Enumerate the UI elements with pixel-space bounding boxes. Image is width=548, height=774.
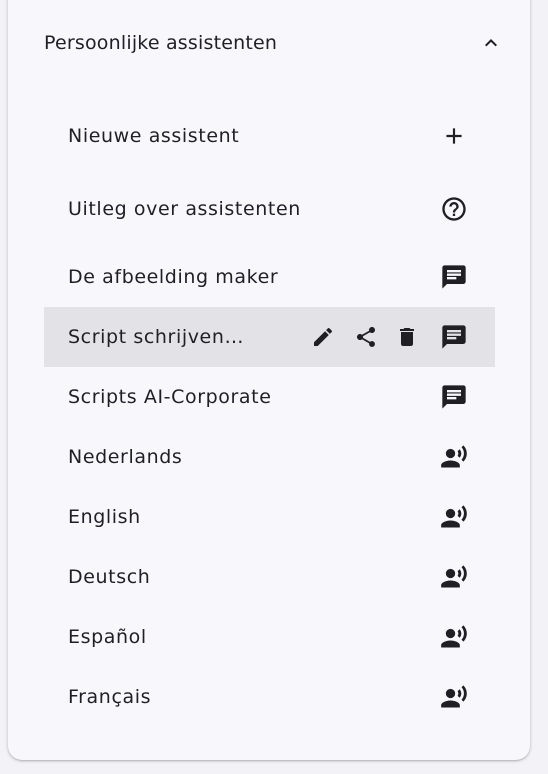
menu-item-script-schrijven[interactable]: Script schrijven… xyxy=(44,307,495,367)
voice-icon xyxy=(440,563,468,591)
menu-item-uitleg[interactable]: Uitleg over assistenten xyxy=(44,179,495,239)
section-header[interactable]: Persoonlijke assistenten xyxy=(44,26,504,60)
menu-item-afbeelding-maker[interactable]: De afbeelding maker xyxy=(44,247,495,307)
chat-icon xyxy=(440,323,468,351)
voice-icon xyxy=(440,503,468,531)
menu-item-nieuwe-assistent[interactable]: Nieuwe assistent xyxy=(44,106,495,166)
menu-item-label: Nederlands xyxy=(68,446,183,468)
share-icon[interactable] xyxy=(352,323,380,351)
menu-item-english[interactable]: English xyxy=(44,487,495,547)
delete-icon[interactable] xyxy=(393,323,421,351)
menu-item-label: Deutsch xyxy=(68,566,151,588)
menu-item-label: Scripts AI-Corporate xyxy=(68,386,272,408)
menu-item-francais[interactable]: Français xyxy=(44,667,495,727)
menu-item-label: English xyxy=(68,506,141,528)
menu-item-label: Español xyxy=(68,626,147,648)
menu-item-scripts-ai-corporate[interactable]: Scripts AI-Corporate xyxy=(44,367,495,427)
plus-icon[interactable] xyxy=(440,122,468,150)
menu-item-label: Script schrijven… xyxy=(68,326,245,348)
edit-icon[interactable] xyxy=(309,323,337,351)
voice-icon xyxy=(440,443,468,471)
menu-item-label: Nieuwe assistent xyxy=(68,125,240,147)
menu-item-nederlands[interactable]: Nederlands xyxy=(44,427,495,487)
help-circle-icon[interactable] xyxy=(440,195,468,223)
chat-icon xyxy=(440,383,468,411)
menu-item-espanol[interactable]: Español xyxy=(44,607,495,667)
menu-item-label: Uitleg over assistenten xyxy=(68,198,301,220)
voice-icon xyxy=(440,623,468,651)
section-title: Persoonlijke assistenten xyxy=(44,32,278,54)
menu-item-label: Français xyxy=(68,686,152,708)
voice-icon xyxy=(440,683,468,711)
menu-item-deutsch[interactable]: Deutsch xyxy=(44,547,495,607)
menu-item-label: De afbeelding maker xyxy=(68,266,279,288)
chat-icon xyxy=(440,263,468,291)
chevron-up-icon[interactable] xyxy=(478,30,504,56)
